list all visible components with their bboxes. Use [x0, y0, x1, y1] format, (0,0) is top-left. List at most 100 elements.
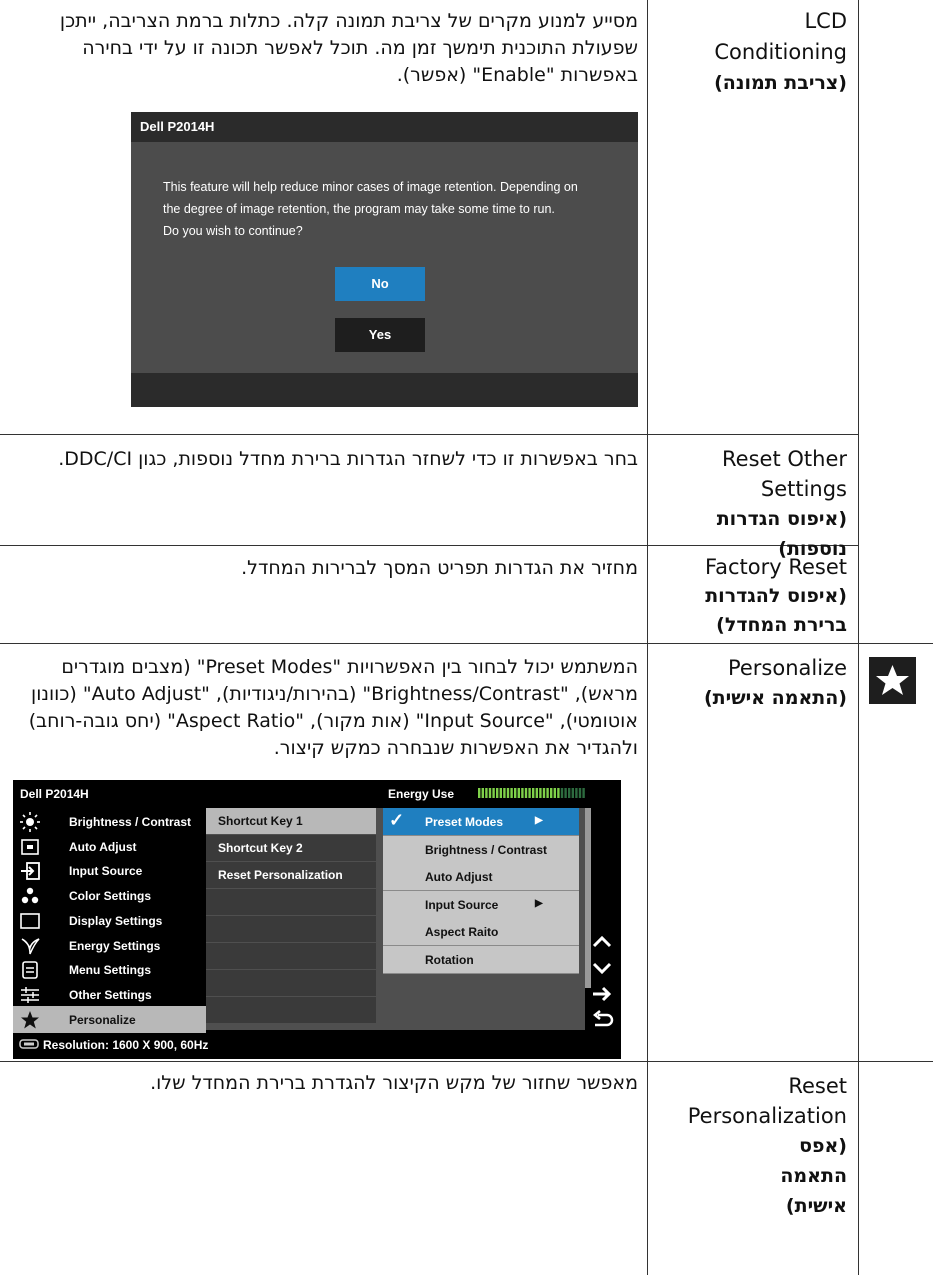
- shortcut-key-1-item[interactable]: Shortcut Key 1: [206, 808, 376, 834]
- row-title: Factory Reset (איפוס להגדרות ברירת המחדל…: [659, 553, 847, 640]
- row-title-en: Factory Reset: [704, 555, 847, 579]
- energy-meter-segment: [532, 788, 535, 798]
- auto-adjust-icon: [20, 837, 40, 857]
- osd-option-item[interactable]: Brightness / Contrast: [383, 835, 579, 864]
- empty-slot: [206, 916, 376, 942]
- osd-menu-screenshot: Dell P2014H Energy Use Brightness / Cont…: [13, 780, 621, 1059]
- up-arrow-icon[interactable]: [589, 930, 615, 954]
- osd-menu-item[interactable]: Brightness / Contrast: [13, 808, 206, 835]
- shortcut-key-label: Shortcut Key 1: [218, 814, 303, 828]
- row-title: LCD Conditioning (צריבת תמונה): [659, 6, 847, 99]
- energy-use-label: Energy Use: [388, 787, 455, 801]
- yes-button[interactable]: Yes: [335, 318, 425, 352]
- no-button[interactable]: No: [335, 267, 425, 301]
- dialog-footer: [131, 373, 638, 407]
- down-arrow-icon[interactable]: [589, 956, 615, 980]
- shortcut-key-label: Reset Personalization: [218, 868, 343, 882]
- osd-menu-label: Color Settings: [69, 889, 152, 904]
- menu-icon: [20, 960, 40, 980]
- row-divider: [0, 1061, 933, 1062]
- osd-menu-item[interactable]: Menu Settings: [13, 956, 206, 983]
- energy-meter-segment: [514, 788, 517, 798]
- row-title-en: Reset Personalization: [687, 1074, 847, 1128]
- display-icon: [20, 911, 40, 931]
- osd-option-label: Preset Modes: [425, 815, 504, 829]
- shortcut-key-label: Shortcut Key 2: [218, 841, 303, 855]
- energy-meter-segment: [510, 788, 513, 798]
- input-source-icon: [20, 861, 40, 881]
- row-title: Reset Personalization (אפס התאמה אישית): [659, 1071, 847, 1221]
- energy-meter-segment: [524, 788, 528, 798]
- osd-menu-item[interactable]: Auto Adjust: [13, 833, 206, 860]
- energy-meter-segment: [539, 788, 542, 798]
- empty-slot: [206, 970, 376, 996]
- osd-header: Dell P2014H Energy Use: [13, 780, 621, 808]
- osd-option-label: Auto Adjust: [425, 870, 493, 884]
- row-divider: [647, 434, 859, 435]
- energy-meter-segment: [560, 788, 564, 798]
- osd-option-label: Input Source: [425, 897, 499, 912]
- osd-menu-label: Auto Adjust: [69, 839, 137, 854]
- row-title-he: (איפוס להגדרות ברירת המחדל): [705, 585, 847, 636]
- table-border-left: [647, 0, 648, 1275]
- osd-option-item[interactable]: Aspect Raito: [383, 918, 579, 946]
- osd-option-item[interactable]: Rotation: [383, 945, 579, 974]
- osd-option-item[interactable]: Auto Adjust: [383, 863, 579, 891]
- osd-menu-label: Input Source: [69, 864, 143, 879]
- osd-menu-label: Menu Settings: [69, 963, 152, 978]
- osd-option-label: Aspect Raito: [425, 925, 499, 939]
- dialog-message-line: This feature will help reduce minor case…: [163, 180, 578, 194]
- empty-slot: [206, 943, 376, 969]
- dialog-title: Dell P2014H: [131, 112, 638, 142]
- osd-main-menu: Brightness / Contrast Auto Adjust Input So…: [13, 808, 206, 1033]
- energy-meter-segment: [557, 788, 560, 798]
- energy-meter-segment: [553, 788, 556, 798]
- osd-menu-item[interactable]: Input Source: [13, 857, 206, 884]
- osd-menu-label: Display Settings: [69, 913, 163, 928]
- energy-meter-segment: [521, 788, 524, 798]
- row-description: מחזיר את הגדרות תפריט המסך לברירות המחדל…: [241, 557, 638, 579]
- osd-menu-item[interactable]: Color Settings: [13, 882, 206, 909]
- energy-use-meter: [478, 788, 585, 798]
- energy-meter-segment: [499, 788, 502, 798]
- row-title: Personalize (התאמה אישית): [659, 653, 847, 713]
- energy-meter-segment: [568, 788, 571, 798]
- energy-meter-segment: [485, 788, 488, 798]
- row-title-en: Personalize: [727, 656, 847, 680]
- energy-meter-segment: [542, 788, 546, 798]
- dialog-message-line: Do you wish to continue?: [163, 224, 303, 238]
- osd-menu-item[interactable]: Other Settings: [13, 981, 206, 1008]
- row-description: בחר באפשרות זו כדי לשחזר הגדרות ברירת מח…: [58, 448, 638, 470]
- row-title-he: (התאמה אישית): [703, 687, 847, 709]
- back-arrow-icon[interactable]: [589, 1008, 615, 1032]
- osd-title: Dell P2014H: [20, 787, 89, 801]
- osd-option-label: Rotation: [425, 952, 474, 967]
- energy-meter-segment: [564, 788, 567, 798]
- empty-slot: [206, 889, 376, 915]
- energy-meter-segment: [578, 788, 582, 798]
- osd-menu-item[interactable]: Personalize: [13, 1005, 206, 1033]
- energy-meter-segment: [528, 788, 531, 798]
- row-title-he: (אפס התאמה אישית): [780, 1135, 847, 1217]
- shortcut-key-2-item[interactable]: Shortcut Key 2: [206, 835, 376, 861]
- energy-meter-segment: [488, 788, 492, 798]
- osd-option-item[interactable]: ✓ Preset Modes ▶: [383, 808, 579, 836]
- dialog-message-line: the degree of image retention, the progr…: [163, 202, 555, 216]
- energy-meter-segment: [481, 788, 484, 798]
- row-title-he: (צריבת תמונה): [714, 72, 847, 94]
- osd-option-item[interactable]: Input Source ▶: [383, 890, 579, 919]
- monitor-connector-icon: [19, 1039, 39, 1049]
- osd-footer: Resolution: 1600 X 900, 60Hz: [13, 1030, 621, 1059]
- energy-meter-segment: [478, 788, 481, 798]
- reset-personalization-item[interactable]: Reset Personalization: [206, 862, 376, 888]
- energy-meter-segment: [546, 788, 549, 798]
- osd-menu-item[interactable]: Energy Settings: [13, 932, 206, 959]
- sun-icon: [20, 812, 40, 832]
- row-divider: [0, 434, 647, 435]
- right-arrow-icon[interactable]: [589, 982, 615, 1006]
- row-divider: [0, 643, 859, 644]
- table-border-mid: [858, 0, 859, 1275]
- star-icon: [20, 1010, 40, 1030]
- resolution-text: Resolution: 1600 X 900, 60Hz: [43, 1038, 209, 1052]
- osd-menu-item[interactable]: Display Settings: [13, 907, 206, 934]
